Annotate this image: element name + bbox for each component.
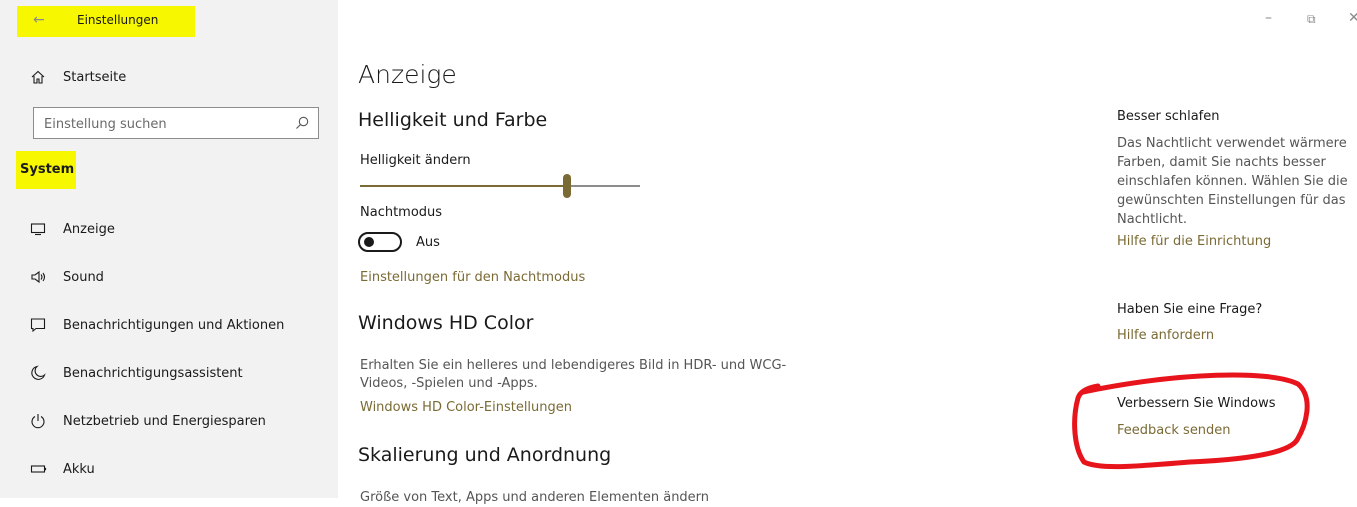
hdr-description-line2: Videos, -Spielen und -Apps. xyxy=(360,376,538,391)
search-icon[interactable] xyxy=(294,115,310,135)
page-title: Anzeige xyxy=(358,60,457,89)
brightness-slider[interactable] xyxy=(360,173,640,199)
nightmode-toggle[interactable] xyxy=(358,232,402,252)
question-heading: Haben Sie eine Frage? xyxy=(1117,302,1263,317)
nightmode-settings-link[interactable]: Einstellungen für den Nachtmodus xyxy=(360,270,585,285)
setup-help-link[interactable]: Hilfe für die Einrichtung xyxy=(1117,234,1271,249)
home-icon xyxy=(30,69,54,85)
sidebar-item-battery[interactable]: Akku xyxy=(30,458,95,480)
close-button[interactable]: ✕ xyxy=(1348,10,1357,26)
sleep-heading: Besser schlafen xyxy=(1117,109,1220,124)
sidebar-item-label: Netzbetrieb und Energiesparen xyxy=(63,413,266,429)
sleep-line: Nachtlicht. xyxy=(1117,212,1188,227)
sidebar-item-focus-assist[interactable]: Benachrichtigungsassistent xyxy=(30,362,243,384)
sidebar-item-label: Anzeige xyxy=(63,221,115,237)
speaker-icon xyxy=(30,269,54,285)
sidebar-item-label: Startseite xyxy=(63,69,127,85)
app-title: Einstellungen xyxy=(77,13,159,27)
power-icon xyxy=(30,413,54,429)
sleep-line: Das Nachtlicht verwendet wärmere xyxy=(1117,136,1347,151)
improve-heading: Verbessern Sie Windows xyxy=(1117,396,1276,411)
sidebar-item-notifications[interactable]: Benachrichtigungen und Aktionen xyxy=(30,314,284,336)
nightmode-label: Nachtmodus xyxy=(360,205,443,220)
sidebar-item-home[interactable]: Startseite xyxy=(30,66,126,88)
sidebar-item-label: Akku xyxy=(63,461,95,477)
sleep-line: gewünschten Einstellungen für das xyxy=(1117,193,1346,208)
hdr-description-line1: Erhalten Sie ein helleres und lebendiger… xyxy=(360,358,787,373)
battery-icon xyxy=(30,461,54,477)
feedback-link[interactable]: Feedback senden xyxy=(1117,423,1231,438)
section-heading-brightness: Helligkeit und Farbe xyxy=(358,109,548,131)
hdr-settings-link[interactable]: Windows HD Color-Einstellungen xyxy=(360,400,572,415)
sidebar-item-sound[interactable]: Sound xyxy=(30,266,104,288)
monitor-icon xyxy=(30,221,54,237)
section-label-system: System xyxy=(20,162,75,177)
sidebar-item-label: Benachrichtigungen und Aktionen xyxy=(63,317,285,333)
sleep-description: Das Nachtlicht verwendet wärmere Farben,… xyxy=(1117,134,1348,229)
back-arrow-icon[interactable]: ← xyxy=(33,12,45,28)
brightness-label: Helligkeit ändern xyxy=(360,153,471,168)
slider-fill xyxy=(360,185,567,187)
search-input[interactable] xyxy=(42,109,286,139)
search-box[interactable] xyxy=(33,107,319,139)
sidebar-item-anzeige[interactable]: Anzeige xyxy=(30,218,115,240)
notification-icon xyxy=(30,317,54,333)
minimize-button[interactable]: – xyxy=(1265,10,1272,26)
toggle-knob xyxy=(364,237,374,247)
restore-button[interactable]: ⧉ xyxy=(1307,12,1316,27)
moon-icon xyxy=(30,365,54,381)
sidebar-item-label: Benachrichtigungsassistent xyxy=(63,365,243,381)
slider-thumb[interactable] xyxy=(563,174,571,198)
nightmode-state: Aus xyxy=(416,235,440,250)
section-heading-scaling: Skalierung und Anordnung xyxy=(358,444,612,466)
sleep-line: Farben, damit Sie nachts besser xyxy=(1117,155,1326,170)
sleep-line: einschlafen können. Wählen Sie die xyxy=(1117,174,1348,189)
section-heading-hdr: Windows HD Color xyxy=(358,312,534,334)
sidebar-item-power[interactable]: Netzbetrieb und Energiesparen xyxy=(30,410,266,432)
get-help-link[interactable]: Hilfe anfordern xyxy=(1117,328,1214,343)
sidebar-item-label: Sound xyxy=(63,269,104,285)
